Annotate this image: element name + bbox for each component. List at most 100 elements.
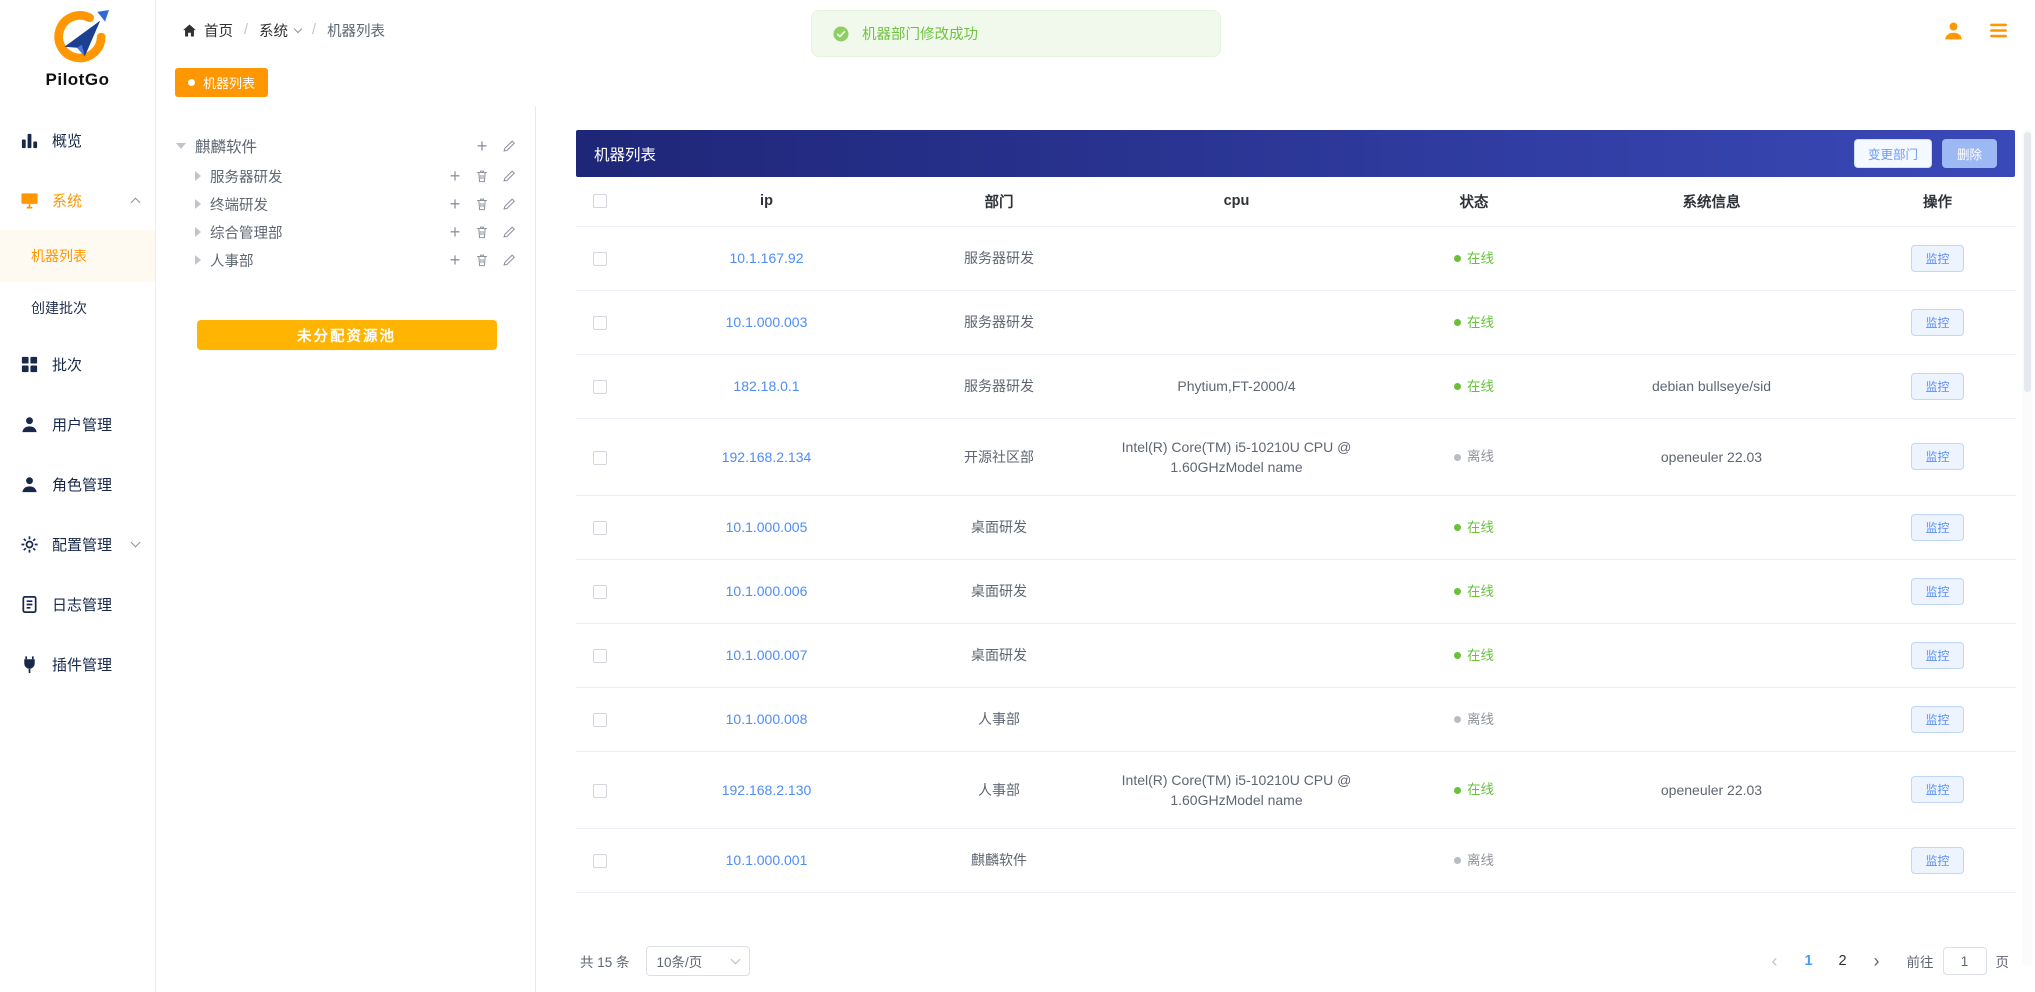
dept-cell: 开源社区部: [909, 418, 1089, 495]
breadcrumb-separator: /: [312, 22, 316, 38]
row-checkbox[interactable]: [593, 316, 607, 330]
add-node-icon[interactable]: +: [447, 224, 463, 240]
row-checkbox[interactable]: [593, 713, 607, 727]
monitor-button[interactable]: 监控: [1911, 245, 1963, 272]
caret-right-icon[interactable]: [195, 255, 201, 265]
monitor-button[interactable]: 监控: [1911, 514, 1963, 541]
column-header-sysinfo: 系统信息: [1564, 177, 1859, 226]
breadcrumb-system[interactable]: 系统: [259, 20, 301, 41]
tree-root-node[interactable]: 麒麟软件 +: [176, 132, 517, 160]
caret-right-icon[interactable]: [195, 171, 201, 181]
vertical-scrollbar[interactable]: [2022, 130, 2033, 966]
sidebar-item-user-mgmt[interactable]: 用户管理: [0, 394, 155, 454]
ip-link[interactable]: 10.1.000.001: [726, 852, 808, 868]
edit-node-icon[interactable]: [501, 224, 517, 240]
add-node-icon[interactable]: +: [474, 138, 490, 154]
scrollbar-thumb[interactable]: [2024, 132, 2031, 392]
machine-table-panel: 机器列表 变更部门 删除 ip 部门: [536, 106, 2035, 992]
edit-node-icon[interactable]: [501, 196, 517, 212]
edit-node-icon[interactable]: [501, 168, 517, 184]
grid-icon: [20, 355, 39, 374]
status-dot-icon: [1454, 652, 1461, 659]
monitor-button[interactable]: 监控: [1911, 578, 1963, 605]
pagination: 共 15 条 10条/页 ‹ 1 2 › 前往 页: [576, 936, 2015, 992]
status-dot-icon: [1454, 454, 1461, 461]
tree-node[interactable]: 终端研发 +: [195, 190, 517, 218]
row-checkbox[interactable]: [593, 252, 607, 266]
content: 麒麟软件 + 服务器研发 +: [156, 106, 2035, 992]
tree-node[interactable]: 人事部 +: [195, 246, 517, 274]
row-checkbox[interactable]: [593, 451, 607, 465]
tree-node[interactable]: 服务器研发 +: [195, 162, 517, 190]
delete-node-icon[interactable]: [474, 252, 490, 268]
monitor-button[interactable]: 监控: [1911, 309, 1963, 336]
monitor-button[interactable]: 监控: [1911, 443, 1963, 470]
select-all-checkbox[interactable]: [593, 194, 607, 208]
cpu-cell: [1089, 559, 1384, 623]
caret-right-icon[interactable]: [195, 227, 201, 237]
add-node-icon[interactable]: +: [447, 196, 463, 212]
sidebar-item-system[interactable]: 系统: [0, 170, 155, 230]
row-checkbox[interactable]: [593, 784, 607, 798]
table-row: 10.1.167.92 服务器研发 在线 监控: [576, 226, 2016, 290]
monitor-button[interactable]: 监控: [1911, 642, 1963, 669]
monitor-button[interactable]: 监控: [1911, 776, 1963, 803]
sidebar-item-plugin-mgmt[interactable]: 插件管理: [0, 634, 155, 694]
row-checkbox[interactable]: [593, 649, 607, 663]
hamburger-menu-icon[interactable]: [1988, 20, 2009, 41]
row-checkbox[interactable]: [593, 585, 607, 599]
caret-right-icon[interactable]: [195, 199, 201, 209]
home-icon: [182, 23, 197, 38]
ip-link[interactable]: 182.18.0.1: [733, 378, 799, 394]
ip-link[interactable]: 10.1.000.008: [726, 711, 808, 727]
edit-node-icon[interactable]: [501, 138, 517, 154]
plugin-icon: [20, 655, 39, 674]
tab-machine-list[interactable]: 机器列表: [175, 68, 268, 97]
next-page-button[interactable]: ›: [1863, 947, 1891, 975]
ip-link[interactable]: 10.1.000.003: [726, 314, 808, 330]
add-node-icon[interactable]: +: [447, 168, 463, 184]
delete-node-icon[interactable]: [474, 224, 490, 240]
breadcrumb-home[interactable]: 首页: [182, 20, 233, 41]
status-dot-icon: [1454, 857, 1461, 864]
row-checkbox[interactable]: [593, 521, 607, 535]
tree-node[interactable]: 综合管理部 +: [195, 218, 517, 246]
chevron-down-icon: [294, 24, 302, 32]
sidebar-item-overview[interactable]: 概览: [0, 110, 155, 170]
ip-link[interactable]: 10.1.000.006: [726, 583, 808, 599]
monitor-button[interactable]: 监控: [1911, 706, 1963, 733]
ip-link[interactable]: 192.168.2.130: [722, 782, 812, 798]
ip-link[interactable]: 192.168.2.134: [722, 449, 812, 465]
page-button-1[interactable]: 1: [1795, 947, 1823, 975]
sidebar-item-role-mgmt[interactable]: 角色管理: [0, 454, 155, 514]
ip-link[interactable]: 10.1.000.005: [726, 519, 808, 535]
row-checkbox[interactable]: [593, 854, 607, 868]
sidebar: PilotGo 概览 系统 机器列表 创建批: [0, 0, 156, 992]
delete-node-icon[interactable]: [474, 168, 490, 184]
monitor-button[interactable]: 监控: [1911, 373, 1963, 400]
monitor-button[interactable]: 监控: [1911, 847, 1963, 874]
ip-link[interactable]: 10.1.000.007: [726, 647, 808, 663]
change-department-button[interactable]: 变更部门: [1854, 139, 1932, 168]
tree-children: 服务器研发 + 终端研发: [176, 162, 517, 274]
page-size-select[interactable]: 10条/页: [646, 946, 750, 976]
delete-button[interactable]: 删除: [1942, 139, 1997, 168]
sidebar-subitem-create-batch[interactable]: 创建批次: [0, 282, 155, 334]
sidebar-item-batch[interactable]: 批次: [0, 334, 155, 394]
add-node-icon[interactable]: +: [447, 252, 463, 268]
goto-page-input[interactable]: [1943, 947, 1987, 975]
delete-node-icon[interactable]: [474, 196, 490, 212]
status-dot-icon: [1454, 255, 1461, 262]
sidebar-item-config-mgmt[interactable]: 配置管理: [0, 514, 155, 574]
unallocated-pool-button[interactable]: 未分配资源池: [197, 320, 497, 350]
user-profile-icon[interactable]: [1943, 20, 1964, 41]
prev-page-button[interactable]: ‹: [1761, 947, 1789, 975]
ip-link[interactable]: 10.1.167.92: [730, 250, 804, 266]
table-header-row: ip 部门 cpu 状态 系统信息 操作: [576, 177, 2016, 226]
edit-node-icon[interactable]: [501, 252, 517, 268]
page-button-2[interactable]: 2: [1829, 947, 1857, 975]
sidebar-item-log-mgmt[interactable]: 日志管理: [0, 574, 155, 634]
row-checkbox[interactable]: [593, 380, 607, 394]
sidebar-subitem-machine-list[interactable]: 机器列表: [0, 230, 155, 282]
caret-down-icon[interactable]: [176, 143, 186, 149]
